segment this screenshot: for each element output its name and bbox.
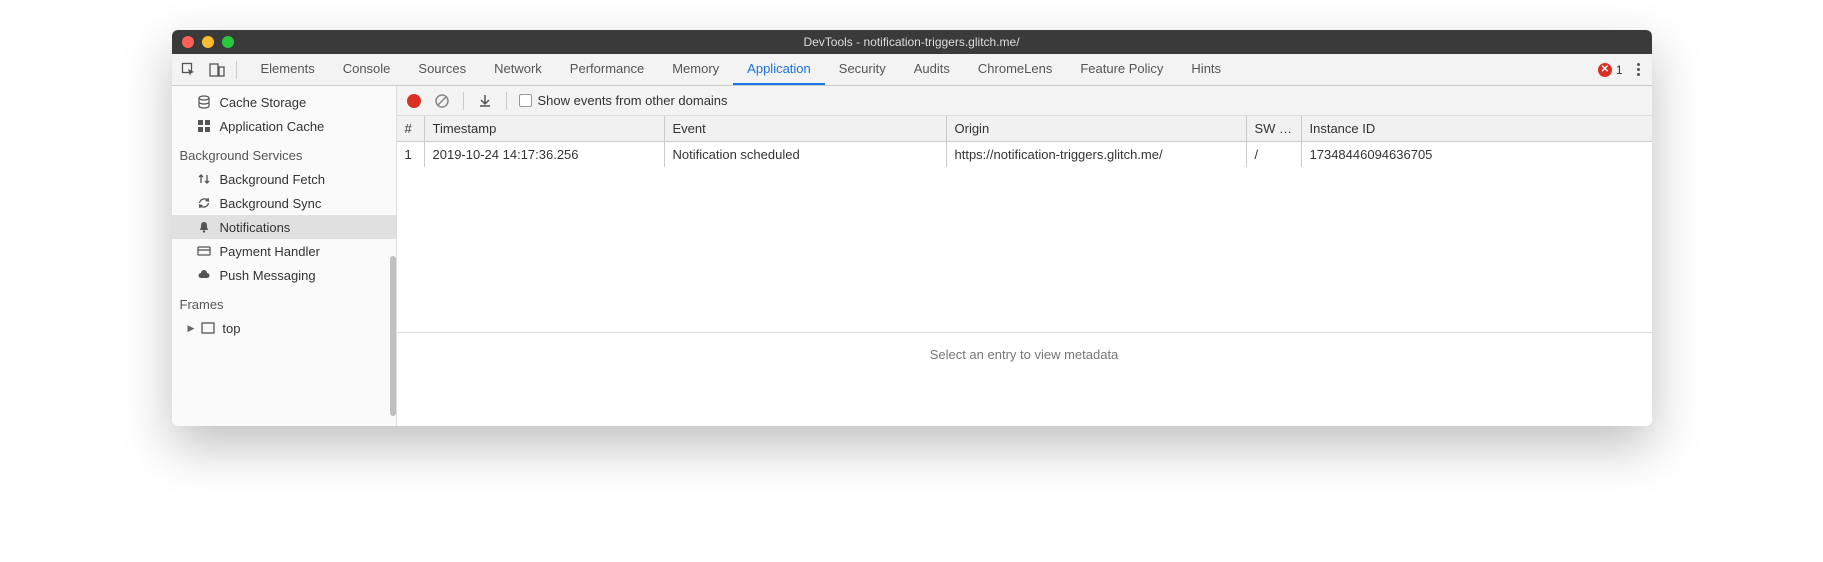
sidebar-item-label: Payment Handler	[220, 244, 320, 259]
col-header-origin[interactable]: Origin	[947, 116, 1247, 141]
sidebar-item-label: Application Cache	[220, 119, 325, 134]
error-indicator[interactable]: ✕ 1	[1598, 63, 1623, 77]
tab-performance[interactable]: Performance	[556, 54, 658, 85]
show-other-domains-checkbox[interactable]: Show events from other domains	[519, 93, 728, 108]
col-header-sw-scope[interactable]: SW …	[1247, 116, 1302, 141]
table-header-row: # Timestamp Event Origin SW … Instance I…	[397, 116, 1652, 142]
record-button[interactable]	[407, 94, 421, 108]
frames-top-label: top	[222, 321, 240, 336]
download-button[interactable]	[476, 92, 494, 110]
cell-sw-scope: /	[1247, 142, 1302, 167]
tab-audits[interactable]: Audits	[900, 54, 964, 85]
sidebar-item-notifications[interactable]: Notifications	[172, 215, 396, 239]
events-table: # Timestamp Event Origin SW … Instance I…	[397, 116, 1652, 333]
tab-feature-policy[interactable]: Feature Policy	[1066, 54, 1177, 85]
tab-network[interactable]: Network	[480, 54, 556, 85]
minimize-window-button[interactable]	[202, 36, 214, 48]
grid-icon	[196, 118, 212, 134]
titlebar: DevTools - notification-triggers.glitch.…	[172, 30, 1652, 54]
tab-elements[interactable]: Elements	[247, 54, 329, 85]
cell-origin: https://notification-triggers.glitch.me/	[947, 142, 1247, 167]
devtools-window: DevTools - notification-triggers.glitch.…	[172, 30, 1652, 426]
cell-timestamp: 2019-10-24 14:17:36.256	[425, 142, 665, 167]
application-sidebar: Cache Storage Application Cache Backgroun…	[172, 86, 397, 426]
cell-number: 1	[397, 142, 425, 167]
sidebar-section-frames: Frames	[172, 287, 396, 316]
col-header-timestamp[interactable]: Timestamp	[425, 116, 665, 141]
sidebar-item-label: Background Sync	[220, 196, 322, 211]
sidebar-item-label: Cache Storage	[220, 95, 307, 110]
sidebar-item-push-messaging[interactable]: Push Messaging	[172, 263, 396, 287]
cell-instance-id: 17348446094636705	[1302, 142, 1652, 167]
detail-placeholder: Select an entry to view metadata	[397, 333, 1652, 376]
tab-security[interactable]: Security	[825, 54, 900, 85]
device-toolbar-icon[interactable]	[208, 61, 226, 79]
tab-hints[interactable]: Hints	[1177, 54, 1235, 85]
tab-console[interactable]: Console	[329, 54, 405, 85]
tab-chromelens[interactable]: ChromeLens	[964, 54, 1066, 85]
traffic-lights	[182, 36, 234, 48]
error-count: 1	[1616, 63, 1623, 77]
frame-icon	[200, 320, 216, 336]
sidebar-item-cache-storage[interactable]: Cache Storage	[172, 90, 396, 114]
tab-application[interactable]: Application	[733, 54, 825, 85]
sidebar-item-application-cache[interactable]: Application Cache	[172, 114, 396, 138]
separator	[463, 92, 464, 110]
tab-memory[interactable]: Memory	[658, 54, 733, 85]
sync-icon	[196, 195, 212, 211]
window-title: DevTools - notification-triggers.glitch.…	[172, 35, 1652, 49]
sidebar-section-background-services: Background Services	[172, 138, 396, 167]
cloud-icon	[196, 267, 212, 283]
col-header-number[interactable]: #	[397, 116, 425, 141]
cell-event: Notification scheduled	[665, 142, 947, 167]
tab-sources[interactable]: Sources	[404, 54, 480, 85]
maximize-window-button[interactable]	[222, 36, 234, 48]
frames-top-item[interactable]: ▶ top	[172, 316, 396, 340]
events-toolbar: Show events from other domains	[397, 86, 1652, 116]
sidebar-item-label: Background Fetch	[220, 172, 326, 187]
sidebar-item-label: Push Messaging	[220, 268, 316, 283]
content-area: Show events from other domains # Timesta…	[397, 86, 1652, 426]
panel-tabs: ElementsConsoleSourcesNetworkPerformance…	[247, 54, 1236, 85]
close-window-button[interactable]	[182, 36, 194, 48]
card-icon	[196, 243, 212, 259]
main-area: Cache Storage Application Cache Backgroun…	[172, 86, 1652, 426]
table-row[interactable]: 12019-10-24 14:17:36.256Notification sch…	[397, 142, 1652, 167]
col-header-event[interactable]: Event	[665, 116, 947, 141]
table-body: 12019-10-24 14:17:36.256Notification sch…	[397, 142, 1652, 332]
separator	[506, 92, 507, 110]
updown-icon	[196, 171, 212, 187]
col-header-instance-id[interactable]: Instance ID	[1302, 116, 1652, 141]
database-icon	[196, 94, 212, 110]
error-icon: ✕	[1598, 63, 1612, 77]
more-menu-button[interactable]	[1633, 59, 1644, 80]
sidebar-item-label: Notifications	[220, 220, 291, 235]
panel-tabs-bar: ElementsConsoleSourcesNetworkPerformance…	[172, 54, 1652, 86]
sidebar-item-background-sync[interactable]: Background Sync	[172, 191, 396, 215]
disclosure-triangle-icon: ▶	[188, 323, 195, 334]
sidebar-item-payment-handler[interactable]: Payment Handler	[172, 239, 396, 263]
checkbox-icon	[519, 94, 532, 107]
clear-button[interactable]	[433, 92, 451, 110]
sidebar-item-background-fetch[interactable]: Background Fetch	[172, 167, 396, 191]
bell-icon	[196, 219, 212, 235]
show-other-domains-label: Show events from other domains	[538, 93, 728, 108]
inspect-element-icon[interactable]	[180, 61, 198, 79]
